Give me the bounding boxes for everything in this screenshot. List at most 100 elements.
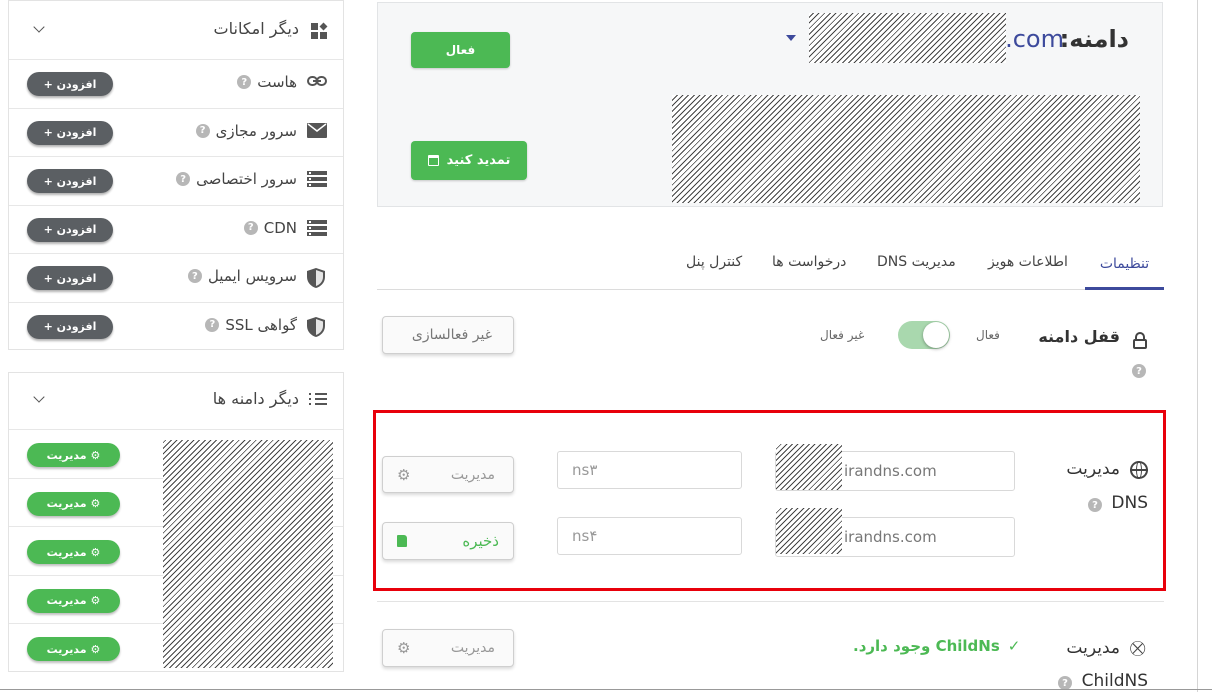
feature-label-text: گواهی SSL [225,315,297,334]
network-off-icon: ⛒ [1130,639,1146,657]
dns-title-line2: DNS [1111,493,1148,513]
help-icon[interactable]: ? [205,317,220,332]
feature-row: سرویس ایمیل? + افزودن [9,253,343,301]
domains-panel-header[interactable]: دیگر دامنه ها [9,373,343,429]
list-icon [309,393,327,407]
domain-name-redacted [809,13,1006,63]
lock-title: قفل دامنه [1038,327,1120,346]
feature-label-text: سرویس ایمیل [207,267,297,285]
add-button[interactable]: + افزودن [27,314,113,339]
dns-manage-button[interactable]: مدیریت ⚙ [382,456,514,493]
tab-requests[interactable]: درخواست ها [772,254,846,270]
envelope-icon [307,122,327,141]
manage-domain-button[interactable]: ⚙ مدیریت [27,637,120,661]
add-button[interactable]: + افزودن [27,169,113,193]
gear-icon: ⚙ [90,497,101,510]
section-divider [377,601,1164,602]
dns-manage-button-label: مدیریت [450,466,495,483]
gear-icon: ⚙ [397,465,411,484]
lock-toggle-knob [923,322,949,348]
add-button[interactable]: + افزودن [27,266,113,290]
dns-save-button[interactable]: ذخیره [382,522,514,560]
help-icon[interactable]: ? [237,75,252,89]
dns-save-button-label: ذخیره [462,532,499,550]
dns-section: مدیریت DNS ? irandns.com irandns.com ns۳… [377,414,1164,589]
feature-row: هاست? + افزودن [9,59,343,107]
check-icon: ✓ [1007,637,1021,655]
childns-title-line2: ChildNS [1081,671,1148,691]
feature-label: گواهی SSL? [205,316,297,334]
manage-domain-button[interactable]: ⚙ مدیریت [27,491,120,516]
feature-label-text: هاست [257,73,297,91]
gear-icon: ⚙ [90,594,101,607]
domain-tld: .com [1005,25,1064,53]
gear-icon: ⚙ [90,545,101,559]
domain-switch-dropdown-icon[interactable] [786,35,796,41]
tab-whois[interactable]: اطلاعات هویز [988,254,1068,270]
help-icon[interactable]: ? [195,123,210,138]
manage-domain-label: مدیریت [46,448,87,462]
deactivate-button[interactable]: غیر فعالسازی [382,316,514,354]
ns3-input[interactable]: ns۳ [557,451,742,489]
childns-manage-button[interactable]: مدیریت ⚙ [382,629,514,667]
manage-domain-label: مدیریت [46,642,87,656]
feature-label: سرور مجازی? [195,121,297,140]
childns-help-icon[interactable]: ? [1058,676,1072,690]
other-domains-redacted [163,440,333,668]
gear-icon: ⚙ [90,448,101,462]
tab-settings[interactable]: تنظیمات [1085,240,1164,290]
add-button[interactable]: + افزودن [27,72,113,96]
feature-label-text: سرور مجازی [215,121,297,140]
lock-off-label: غیر فعال [820,328,865,342]
shield-icon [307,316,327,337]
renew-button[interactable]: تمدید کنید [411,141,527,180]
server-icon [307,171,327,189]
domain-status-button[interactable]: فعال [411,32,510,68]
tab-control-panel[interactable]: کنترل پنل [686,254,742,270]
feature-row: سرور اختصاصی? + افزودن [9,156,343,204]
feature-row: CDN? + افزودن [9,204,343,253]
tab-dns-management[interactable]: مدیریت DNS [877,254,956,270]
ns2-redacted [776,508,842,554]
manage-domain-label: مدیریت [46,545,87,559]
gear-icon: ⚙ [397,639,411,657]
ns1-redacted [776,444,842,490]
tab-bar: تنظیمات اطلاعات هویز مدیریت DNS درخواست … [377,240,1164,290]
chevron-down-icon[interactable] [33,391,45,403]
manage-domain-button[interactable]: ⚙ مدیریت [27,540,120,564]
bottom-divider [0,689,1212,690]
add-button[interactable]: + افزودن [27,217,113,242]
feature-label: سرور اختصاصی? [176,170,297,188]
add-button[interactable]: + افزودن [27,120,113,145]
features-panel-header[interactable]: دیگر امکانات [9,1,343,59]
chevron-down-icon[interactable] [33,21,45,33]
domain-card: دامنه: .com فعال تمدید کنید [377,2,1163,207]
scrollbar-track[interactable] [1197,0,1198,692]
help-icon[interactable]: ? [243,220,258,235]
help-icon[interactable]: ? [176,172,191,186]
lock-toggle[interactable] [898,321,950,349]
manage-domain-button[interactable]: ⚙ مدیریت [27,443,120,467]
manage-domain-button[interactable]: ⚙ مدیریت [27,588,120,613]
feature-label: هاست? [237,73,297,91]
domain-info-redacted [672,95,1140,203]
ns4-input[interactable]: ns۴ [557,517,742,555]
shield-icon [307,268,327,288]
dns-help-icon[interactable]: ? [1088,498,1102,512]
dns-title-line1: مدیریت [1066,459,1120,479]
childns-section: ⛒ مدیریت ChildNS ? ✓ ChildNs وجود دارد. … [377,610,1164,692]
link-icon [307,74,327,92]
manage-domain-label: مدیریت [46,497,87,510]
feature-row: سرور مجازی? + افزودن [9,107,343,156]
childns-manage-button-label: مدیریت [450,640,495,656]
domains-panel-title: دیگر دامنه ها [212,389,299,408]
lock-help-icon[interactable]: ? [1132,364,1146,378]
help-icon[interactable]: ? [187,269,202,283]
globe-icon [1130,461,1148,479]
sd-card-icon [397,535,407,547]
feature-label: CDN? [243,219,297,237]
renew-button-label: تمدید کنید [446,153,511,168]
server-icon [307,219,327,238]
childns-status-text: ChildNs وجود دارد. [853,637,1000,655]
gear-icon: ⚙ [90,642,101,656]
